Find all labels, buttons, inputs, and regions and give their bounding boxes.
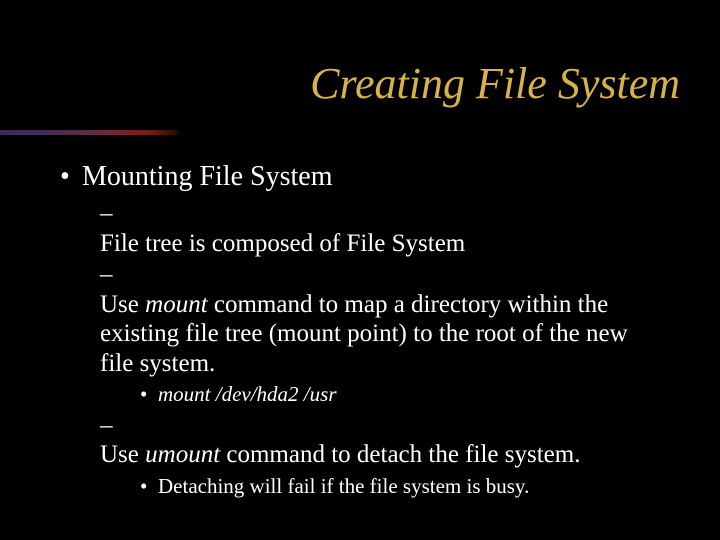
- bullet-dot-icon: •: [140, 474, 158, 499]
- bullet-lvl2: –File tree is composed of File System: [100, 199, 680, 258]
- command-name: umount: [145, 441, 220, 468]
- bullet-lvl3: •Detaching will fail if the file system …: [140, 474, 680, 499]
- text-frag: Use: [100, 291, 145, 318]
- dash-icon: –: [100, 411, 122, 441]
- text-frag: command to detach the file system.: [220, 441, 580, 468]
- text-frag: Use: [100, 441, 145, 468]
- slide-title: Creating File System: [0, 58, 700, 109]
- slide-body: •Mounting File System –File tree is comp…: [60, 160, 680, 503]
- lvl2-text: Use mount command to map a directory wit…: [100, 290, 660, 379]
- lvl3-text: Detaching will fail if the file system i…: [158, 474, 658, 499]
- command-name: mount: [145, 291, 208, 318]
- bullet-dot-icon: •: [60, 160, 82, 193]
- slide: Creating File System •Mounting File Syst…: [0, 0, 720, 540]
- accent-bar: [0, 130, 180, 135]
- bullet-lvl1: •Mounting File System: [60, 160, 680, 193]
- bullet-lvl2: –Use umount command to detach the file s…: [100, 411, 680, 470]
- dash-icon: –: [100, 260, 122, 290]
- lvl2-text: Use umount command to detach the file sy…: [100, 440, 660, 470]
- command-example: mount /dev/hda2 /usr: [158, 382, 658, 407]
- bullet-lvl2: –Use mount command to map a directory wi…: [100, 260, 680, 378]
- lvl1-text: Mounting File System: [82, 161, 332, 192]
- lvl2-text: File tree is composed of File System: [100, 229, 660, 259]
- bullet-dot-icon: •: [140, 382, 158, 407]
- bullet-lvl3: •mount /dev/hda2 /usr: [140, 382, 680, 407]
- dash-icon: –: [100, 199, 122, 229]
